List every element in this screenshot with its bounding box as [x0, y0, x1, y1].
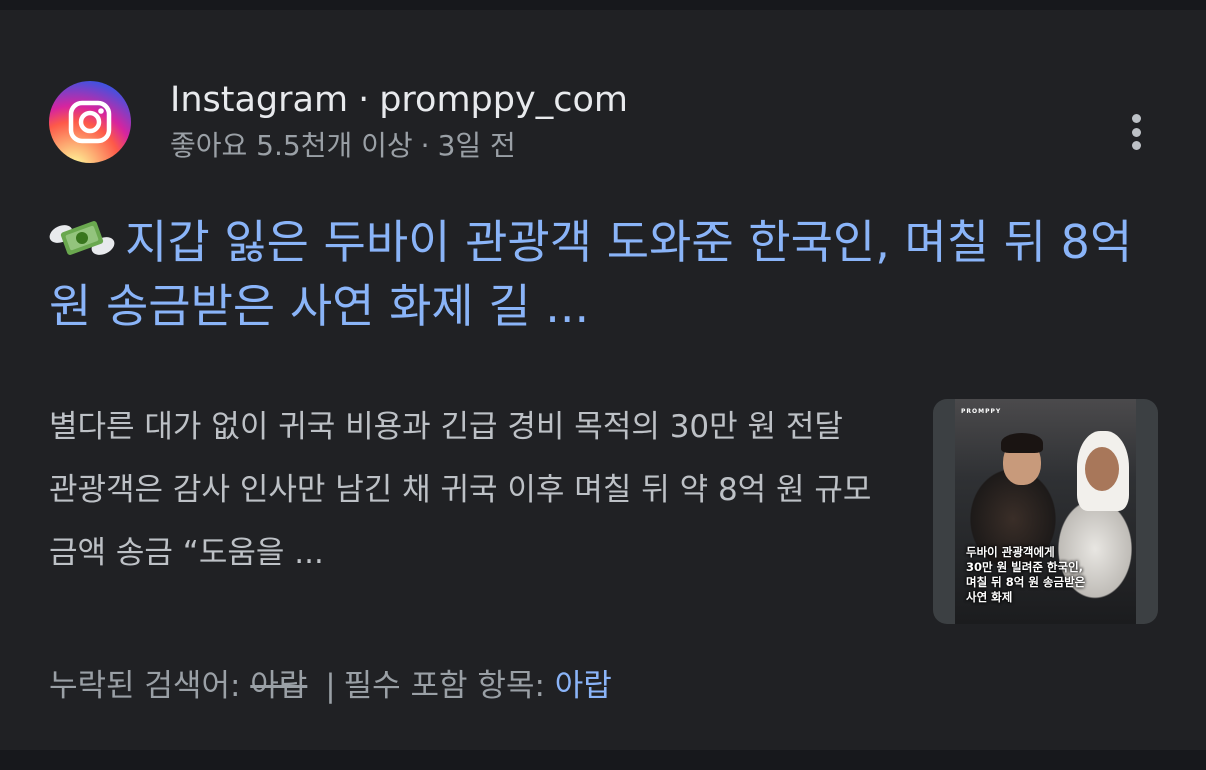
- missing-label: 누락된 검색어:: [49, 668, 241, 704]
- thumbnail-caption: 두바이 관광객에게 30만 원 빌려준 한국인, 며칠 뒤 8억 원 송금받은 …: [966, 545, 1086, 604]
- source-name: Instagram: [170, 80, 349, 120]
- thumbnail-brand: PROMPPY: [961, 408, 1002, 415]
- instagram-logo-icon[interactable]: [49, 81, 131, 163]
- source-site: promppy_com: [379, 80, 628, 120]
- result-title: 지갑 잃은 두바이 관광객 도와준 한국인, 며칠 뒤 8억 원 송금받은 사연…: [49, 215, 1133, 333]
- must-include-label: 필수 포함 항목:: [343, 668, 545, 704]
- result-snippet: 별다른 대가 없이 귀국 비용과 긴급 경비 목적의 30만 원 전달 관광객은…: [49, 409, 872, 571]
- meta-separator: ·: [420, 129, 430, 162]
- source-separator: ·: [358, 80, 370, 120]
- result-thumbnail[interactable]: PROMPPY 두바이 관광객에게 30만 원 빌려준 한국인, 며칠 뒤 8억…: [933, 399, 1158, 624]
- money-with-wings-icon: [49, 221, 115, 255]
- result-source[interactable]: Instagram · promppy_com: [170, 78, 628, 122]
- result-title-link[interactable]: 지갑 잃은 두바이 관광객 도와준 한국인, 며칠 뒤 8억 원 송금받은 사연…: [49, 210, 1149, 338]
- must-include-link[interactable]: 아랍: [555, 668, 612, 704]
- missing-term: 아랍: [250, 668, 308, 704]
- post-age: 3일 전: [437, 129, 516, 162]
- search-result-card: Instagram · promppy_com 좋아요 5.5천개 이상 · 3일 전 …: [0, 10, 1206, 750]
- result-meta: 좋아요 5.5천개 이상 · 3일 전: [170, 127, 516, 165]
- missing-terms: 누락된 검색어: 아랍 | 필수 포함 항목: 아랍: [49, 664, 612, 708]
- more-vert-icon: [1131, 114, 1141, 123]
- likes-count: 좋아요 5.5천개 이상: [170, 129, 413, 162]
- more-options-button[interactable]: [1120, 110, 1152, 154]
- missing-divider: |: [325, 668, 336, 704]
